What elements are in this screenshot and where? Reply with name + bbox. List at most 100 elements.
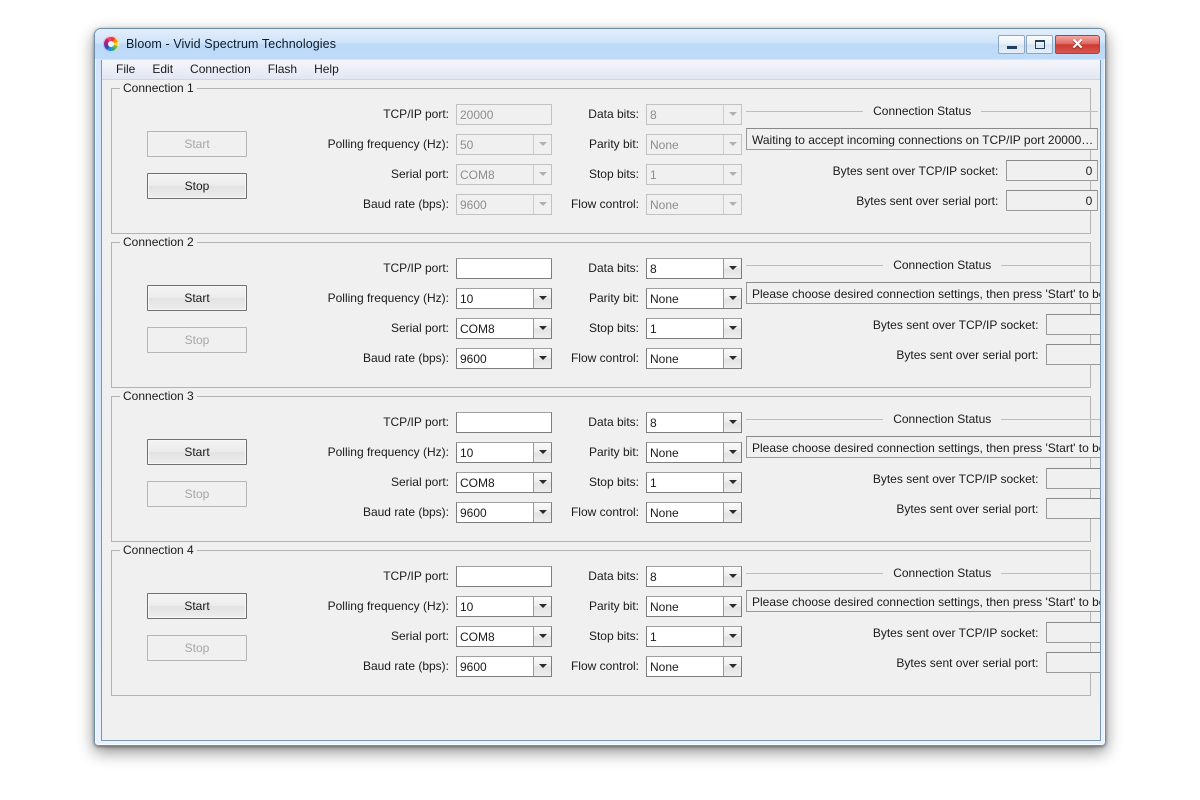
title-bar[interactable]: Bloom - Vivid Spectrum Technologies ✕	[95, 29, 1105, 59]
polling-frequency-select[interactable]: 50	[456, 133, 552, 155]
stop-bits-select[interactable]: 1	[646, 625, 742, 647]
polling-frequency-select[interactable]: 10	[456, 595, 552, 617]
window-title: Bloom - Vivid Spectrum Technologies	[126, 37, 337, 51]
connection-settings-left: TCP/IP port: Polling frequency (Hz): 10	[282, 411, 552, 531]
tcp-port-input[interactable]: 20000	[456, 103, 552, 125]
start-button[interactable]: Start	[147, 439, 247, 465]
polling-frequency-select[interactable]: 10	[456, 287, 552, 309]
start-button[interactable]: Start	[147, 285, 247, 311]
field-row-polling: Polling frequency (Hz): 50	[282, 133, 552, 155]
tcp-port-input[interactable]	[456, 257, 552, 279]
data-bits-label: Data bits:	[588, 107, 639, 121]
stop-button[interactable]: Stop	[147, 481, 247, 507]
field-row-parity-bit: Parity bit: None	[552, 287, 742, 309]
stop-bits-select[interactable]: 1	[646, 317, 742, 339]
maximize-button[interactable]	[1026, 34, 1053, 54]
start-button[interactable]: Start	[147, 131, 247, 157]
menu-item-connection[interactable]: Connection	[182, 60, 260, 79]
bytes-tcp-label: Bytes sent over TCP/IP socket:	[872, 317, 1039, 332]
serial-port-label: Serial port:	[390, 629, 449, 643]
field-row-baud-rate: Baud rate (bps): 9600	[282, 347, 552, 369]
field-row-polling: Polling frequency (Hz): 10	[282, 595, 552, 617]
polling-frequency-select[interactable]: 10	[456, 441, 552, 463]
flow-control-select[interactable]: None	[646, 193, 742, 215]
connection-settings-right: Data bits: 8 Parity bit: None Stop bits:…	[552, 565, 742, 685]
stop-button[interactable]: Stop	[147, 327, 247, 353]
baud-rate-value: 9600	[460, 505, 487, 520]
chevron-down-icon	[723, 318, 741, 338]
field-row-parity-bit: Parity bit: None	[552, 441, 742, 463]
counter-row-serial: Bytes sent over serial port:	[746, 344, 1100, 365]
connection-group-4: Connection 4 Start Stop TCP/IP port: Pol…	[111, 543, 1100, 696]
tcp-port-input[interactable]	[456, 565, 552, 587]
menu-item-edit[interactable]: Edit	[144, 60, 182, 79]
serial-port-select[interactable]: COM8	[456, 625, 552, 647]
field-row-flow-control: Flow control: None	[552, 347, 742, 369]
data-bits-select[interactable]: 8	[646, 257, 742, 279]
baud-rate-value: 9600	[460, 351, 487, 366]
tcp-port-label: TCP/IP port:	[383, 261, 449, 275]
flow-control-select[interactable]: None	[646, 655, 742, 677]
counter-row-serial: Bytes sent over serial port:	[746, 652, 1100, 673]
data-bits-select[interactable]: 8	[646, 411, 742, 433]
minimize-button[interactable]	[998, 34, 1025, 54]
baud-rate-select[interactable]: 9600	[456, 655, 552, 677]
field-row-polling: Polling frequency (Hz): 10	[282, 441, 552, 463]
baud-rate-select[interactable]: 9600	[456, 347, 552, 369]
group-legend: Connection 3	[120, 389, 197, 403]
caption-buttons: ✕	[997, 34, 1100, 55]
connection-controls: Start Stop	[112, 565, 282, 685]
status-title: Connection Status	[873, 104, 972, 118]
chevron-down-icon	[723, 626, 741, 646]
field-row-serial-port: Serial port: COM8	[282, 163, 552, 185]
serial-port-label: Serial port:	[390, 475, 449, 489]
baud-rate-select[interactable]: 9600	[456, 501, 552, 523]
stop-button[interactable]: Stop	[147, 635, 247, 661]
bytes-serial-label: Bytes sent over serial port:	[896, 501, 1039, 516]
baud-rate-select[interactable]: 9600	[456, 193, 552, 215]
menu-item-flash[interactable]: Flash	[260, 60, 306, 79]
connection-settings-left: TCP/IP port: Polling frequency (Hz): 10	[282, 565, 552, 685]
menu-item-file[interactable]: File	[108, 60, 144, 79]
stop-bits-select[interactable]: 1	[646, 471, 742, 493]
serial-port-select[interactable]: COM8	[456, 317, 552, 339]
chevron-down-icon	[723, 566, 741, 586]
serial-port-select[interactable]: COM8	[456, 163, 552, 185]
parity-bit-select[interactable]: None	[646, 595, 742, 617]
stop-button[interactable]: Stop	[147, 173, 247, 199]
bytes-tcp-label: Bytes sent over TCP/IP socket:	[872, 625, 1039, 640]
field-row-baud-rate: Baud rate (bps): 9600	[282, 501, 552, 523]
parity-bit-label: Parity bit:	[588, 599, 639, 613]
field-row-data-bits: Data bits: 8	[552, 257, 742, 279]
serial-port-value: COM8	[460, 321, 495, 336]
chevron-down-icon	[533, 472, 551, 492]
connection-settings-right: Data bits: 8 Parity bit: None Stop bits:…	[552, 257, 742, 377]
parity-bit-select[interactable]: None	[646, 287, 742, 309]
status-header: Connection Status	[746, 411, 1100, 427]
flow-control-select[interactable]: None	[646, 347, 742, 369]
parity-bit-select[interactable]: None	[646, 133, 742, 155]
data-bits-select[interactable]: 8	[646, 565, 742, 587]
parity-bit-select[interactable]: None	[646, 441, 742, 463]
tcp-port-input[interactable]	[456, 411, 552, 433]
stop-bits-label: Stop bits:	[588, 321, 639, 335]
bytes-serial-label: Bytes sent over serial port:	[896, 655, 1039, 670]
data-bits-value: 8	[650, 261, 657, 276]
stop-bits-value: 1	[650, 629, 657, 644]
field-row-serial-port: Serial port: COM8	[282, 471, 552, 493]
flow-control-label: Flow control:	[570, 505, 639, 519]
flow-control-select[interactable]: None	[646, 501, 742, 523]
menu-item-help[interactable]: Help	[306, 60, 348, 79]
close-button[interactable]: ✕	[1055, 34, 1100, 54]
data-bits-select[interactable]: 8	[646, 103, 742, 125]
connection-settings-right: Data bits: 8 Parity bit: None Stop bits:…	[552, 103, 742, 223]
flow-control-value: None	[650, 505, 679, 520]
start-button[interactable]: Start	[147, 593, 247, 619]
field-row-stop-bits: Stop bits: 1	[552, 163, 742, 185]
connection-settings-left: TCP/IP port: Polling frequency (Hz): 10	[282, 257, 552, 377]
stop-bits-select[interactable]: 1	[646, 163, 742, 185]
bytes-tcp-value	[1046, 468, 1100, 489]
data-bits-value: 8	[650, 107, 657, 122]
serial-port-select[interactable]: COM8	[456, 471, 552, 493]
bytes-tcp-label: Bytes sent over TCP/IP socket:	[832, 163, 999, 178]
